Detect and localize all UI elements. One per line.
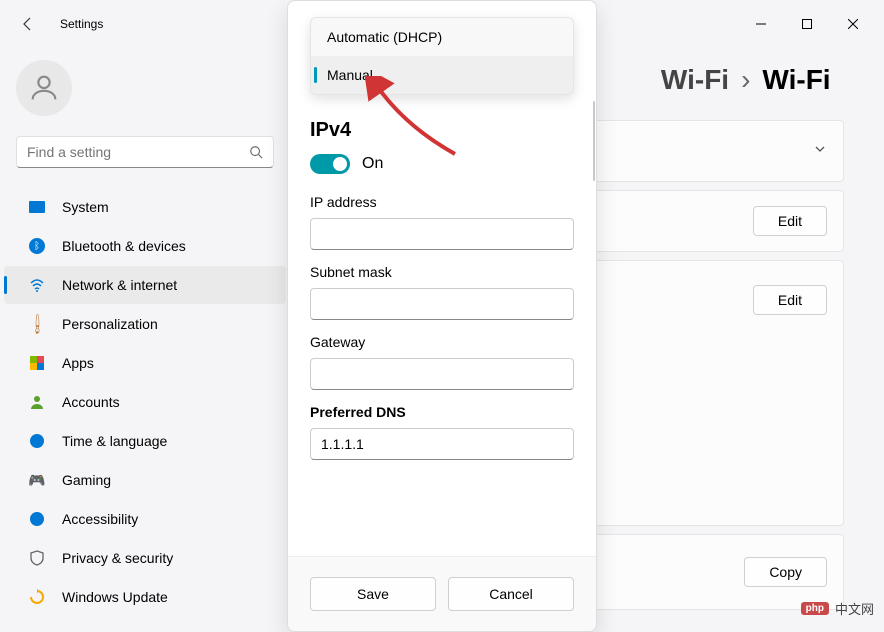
close-button[interactable]	[830, 8, 876, 40]
apps-icon	[28, 354, 46, 372]
ipv4-heading: IPv4	[310, 119, 574, 142]
sidebar-item-label: Accounts	[62, 394, 120, 410]
maximize-button[interactable]	[784, 8, 830, 40]
dropdown-item-manual[interactable]: Manual	[311, 56, 573, 94]
save-button[interactable]: Save	[310, 577, 436, 611]
clock-icon	[28, 432, 46, 450]
window-title: Settings	[60, 17, 103, 31]
person-icon	[27, 71, 61, 105]
sidebar-item-label: Gaming	[62, 472, 111, 488]
modal-body: Automatic (DHCP) Manual IPv4 On IP addre…	[288, 1, 596, 556]
watermark-badge: php	[801, 602, 829, 615]
toggle-knob	[333, 157, 347, 171]
back-arrow-icon	[20, 16, 36, 32]
subnet-mask-input[interactable]	[310, 288, 574, 320]
sidebar-item-label: Time & language	[62, 433, 167, 449]
breadcrumb-separator: ›	[741, 64, 750, 96]
ip-assignment-dropdown: Automatic (DHCP) Manual	[310, 17, 574, 95]
sidebar-item-gaming[interactable]: 🎮 Gaming	[4, 461, 286, 499]
dropdown-item-automatic[interactable]: Automatic (DHCP)	[311, 18, 573, 56]
window-controls	[738, 8, 876, 40]
gateway-input[interactable]	[310, 358, 574, 390]
system-icon	[28, 198, 46, 216]
sidebar-item-label: Windows Update	[62, 589, 168, 605]
ip-settings-modal: Automatic (DHCP) Manual IPv4 On IP addre…	[287, 0, 597, 632]
bluetooth-icon: ᛒ	[28, 237, 46, 255]
modal-footer: Save Cancel	[288, 556, 596, 631]
sidebar-item-personalization[interactable]: 🖌 Personalization	[4, 305, 286, 343]
sidebar-item-update[interactable]: Windows Update	[4, 578, 286, 616]
scrollbar[interactable]	[593, 101, 595, 181]
shield-icon	[28, 549, 46, 567]
back-button[interactable]	[8, 4, 48, 44]
sidebar-item-system[interactable]: System	[4, 188, 286, 226]
breadcrumb-wifi-parent[interactable]: Wi-Fi	[661, 64, 729, 96]
breadcrumb-wifi-current: Wi-Fi	[762, 64, 830, 96]
sidebar-item-label: Apps	[62, 355, 94, 371]
search-box[interactable]	[16, 136, 274, 168]
ipv4-toggle-row: On	[310, 154, 574, 174]
sidebar-item-label: Privacy & security	[62, 550, 173, 566]
update-icon	[28, 588, 46, 606]
gaming-icon: 🎮	[28, 471, 46, 489]
gateway-label: Gateway	[310, 334, 574, 350]
sidebar-item-label: System	[62, 199, 109, 215]
sidebar-item-label: Personalization	[62, 316, 158, 332]
watermark: php 中文网	[801, 599, 874, 618]
sidebar-item-label: Network & internet	[62, 277, 177, 293]
sidebar: System ᛒ Bluetooth & devices Network & i…	[0, 48, 290, 632]
sidebar-item-network[interactable]: Network & internet	[4, 266, 286, 304]
account-icon	[28, 393, 46, 411]
brush-icon: 🖌	[24, 311, 49, 336]
wifi-icon	[28, 276, 46, 294]
profile-section[interactable]	[0, 60, 290, 132]
sidebar-item-apps[interactable]: Apps	[4, 344, 286, 382]
preferred-dns-label: Preferred DNS	[310, 404, 574, 420]
ip-address-input[interactable]	[310, 218, 574, 250]
subnet-mask-label: Subnet mask	[310, 264, 574, 280]
toggle-label: On	[362, 155, 383, 173]
sidebar-item-privacy[interactable]: Privacy & security	[4, 539, 286, 577]
ip-address-label: IP address	[310, 194, 574, 210]
accessibility-icon	[28, 510, 46, 528]
sidebar-item-time[interactable]: Time & language	[4, 422, 286, 460]
avatar	[16, 60, 72, 116]
search-icon	[249, 145, 263, 159]
copy-button[interactable]: Copy	[744, 557, 827, 587]
chevron-down-icon	[813, 142, 827, 161]
sidebar-item-bluetooth[interactable]: ᛒ Bluetooth & devices	[4, 227, 286, 265]
sidebar-item-label: Accessibility	[62, 511, 138, 527]
edit-button-1[interactable]: Edit	[753, 206, 827, 236]
minimize-button[interactable]	[738, 8, 784, 40]
search-input[interactable]	[27, 144, 249, 160]
sidebar-item-accounts[interactable]: Accounts	[4, 383, 286, 421]
preferred-dns-input[interactable]	[310, 428, 574, 460]
watermark-text: 中文网	[835, 599, 874, 618]
edit-button-2[interactable]: Edit	[753, 285, 827, 315]
cancel-button[interactable]: Cancel	[448, 577, 574, 611]
sidebar-item-label: Bluetooth & devices	[62, 238, 186, 254]
sidebar-item-accessibility[interactable]: Accessibility	[4, 500, 286, 538]
ipv4-toggle[interactable]	[310, 154, 350, 174]
